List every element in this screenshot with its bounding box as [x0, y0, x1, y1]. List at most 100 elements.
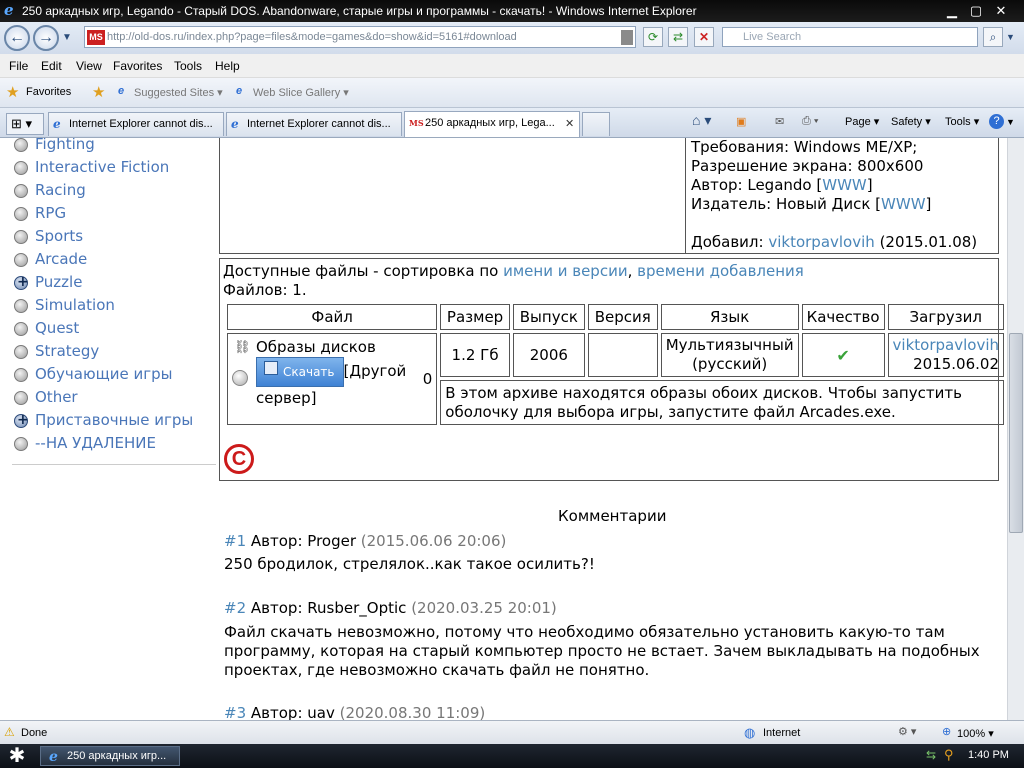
bullet-icon	[14, 368, 28, 382]
menu-file[interactable]: File	[9, 59, 28, 73]
tab-close-icon[interactable]: ✕	[565, 117, 574, 130]
history-dropdown-icon[interactable]: ▼	[62, 32, 72, 43]
bullet-icon	[14, 437, 28, 451]
page-content: Fighting Interactive Fiction Racing RPG Spor…	[0, 138, 1007, 720]
tools-menu[interactable]: Tools ▾	[945, 115, 979, 128]
menu-edit[interactable]: Edit	[41, 59, 62, 73]
menu-tools[interactable]: Tools	[174, 59, 202, 73]
compat-view-icon[interactable]	[621, 30, 633, 45]
download-line: Скачать [Другой сервер]	[234, 357, 424, 409]
tab-1[interactable]: e Internet Explorer cannot dis...	[48, 112, 224, 136]
sort-by-time-link[interactable]: времени добавления	[637, 262, 804, 280]
comments-heading: Комментарии	[558, 507, 667, 525]
read-mail-icon[interactable]: ✉	[775, 115, 784, 128]
col-uploader: Загрузил	[887, 304, 1004, 330]
web-slice-gallery-link[interactable]: Web Slice Gallery ▾	[253, 86, 349, 99]
feeds-icon[interactable]: ▣	[736, 115, 746, 128]
tab-1-label: Internet Explorer cannot dis...	[69, 118, 213, 130]
file-cell: ⛓ Образы дисков Скачать [Другой сервер] 0	[227, 333, 438, 425]
suggested-sites-icon: e	[118, 85, 125, 97]
search-tray-icon[interactable]: ⚲	[944, 747, 954, 763]
help-dropdown-icon[interactable]: ▼	[1006, 117, 1015, 127]
search-options-icon[interactable]: ▼	[1006, 32, 1015, 42]
resolution-text: Разрешение экрана: 800x600	[691, 157, 924, 175]
vertical-scrollbar[interactable]	[1007, 138, 1024, 720]
sidebar-genre-label: Arcade	[35, 250, 88, 268]
print-icon[interactable]: ⎙ ▾	[802, 115, 818, 128]
tab-2[interactable]: e Internet Explorer cannot dis...	[226, 112, 402, 136]
address-url[interactable]: http://old-dos.ru/index.php?page=files&m…	[107, 31, 517, 43]
author-www-link[interactable]: WWW	[822, 176, 867, 194]
comment-author-label: Автор:	[250, 532, 308, 550]
publisher-line: Издатель: Новый Диск [WWW]	[691, 195, 931, 213]
copyright-icon[interactable]: C	[224, 444, 254, 474]
comment-2-text: Файл скачать невозможно, потому что необ…	[224, 623, 980, 679]
refresh-button[interactable]: ⇄	[668, 27, 688, 47]
comment-number[interactable]: #2	[224, 599, 246, 617]
new-tab-button[interactable]	[582, 112, 610, 136]
tab-3-active[interactable]: MS 250 аркадных игр, Lega... ✕	[404, 111, 580, 137]
comment-author: Proger	[307, 532, 356, 550]
maximize-button[interactable]: ▢	[967, 3, 985, 19]
menu-bar: File Edit View Favorites Tools Help	[0, 54, 1024, 78]
scrollbar-thumb[interactable]	[1009, 333, 1023, 533]
bullet-icon	[14, 161, 28, 175]
taskbar: ✱ e 250 аркадных игр... ⇆ ⚲ 1:40 PM	[0, 744, 1024, 768]
suggested-sites-link[interactable]: Suggested Sites ▾	[134, 86, 223, 99]
lang-cell: Мультиязычный (русский)	[660, 333, 799, 377]
address-bar[interactable]: MS http://old-dos.ru/index.php?page=file…	[84, 26, 636, 48]
home-icon[interactable]: ⌂ ▾	[692, 112, 711, 129]
help-icon[interactable]: ?	[989, 114, 1004, 129]
author-line: Автор: Legando [WWW]	[691, 176, 873, 194]
sort-prefix: Доступные файлы - сортировка по	[223, 262, 504, 280]
protected-mode-icon[interactable]: ⚙ ▾	[898, 725, 916, 738]
favorites-star-icon: ★	[6, 84, 20, 101]
comment-date: (2020.03.25 20:01)	[411, 599, 557, 617]
internet-zone-icon: ◍	[744, 725, 756, 740]
download-button[interactable]: Скачать	[256, 357, 344, 387]
page-menu[interactable]: Page ▾	[845, 115, 879, 128]
bullet-icon	[14, 299, 28, 313]
comment-number[interactable]: #3	[224, 704, 246, 720]
sidebar-genre-label: --НА УДАЛЕНИЕ	[35, 434, 156, 452]
add-favorites-icon[interactable]: ★	[92, 83, 105, 101]
ie-taskbar-icon: e	[49, 749, 58, 765]
favorites-button[interactable]: Favorites	[26, 86, 71, 98]
back-button[interactable]: ←	[4, 25, 30, 51]
refresh-compat-button[interactable]: ⟳	[643, 27, 663, 47]
zoom-level[interactable]: 100% ▾	[957, 727, 994, 740]
sidebar-genre-label: Puzzle	[35, 273, 83, 291]
network-tray-icon[interactable]: ⇆	[926, 748, 936, 762]
minimize-button[interactable]: ▁	[943, 3, 961, 19]
menu-favorites[interactable]: Favorites	[113, 59, 162, 73]
taskbar-item-ie[interactable]: e 250 аркадных игр...	[40, 746, 180, 766]
comment-number[interactable]: #1	[224, 532, 246, 550]
forward-button[interactable]: →	[33, 25, 59, 51]
sort-by-name-link[interactable]: имени и версии	[503, 262, 627, 280]
publisher-www-link[interactable]: WWW	[881, 195, 926, 213]
search-input[interactable]: Live Search	[722, 27, 978, 47]
col-size: Размер	[440, 304, 510, 330]
clock[interactable]: 1:40 PM	[968, 749, 1009, 761]
comment-author-label: Автор:	[250, 599, 308, 617]
added-user-link[interactable]: viktorpavlovih	[768, 233, 874, 251]
search-icon[interactable]: ⌕	[983, 27, 1003, 47]
size-cell: 1.2 Гб	[440, 333, 510, 377]
quick-tabs-button[interactable]: ⊞ ▾	[6, 113, 44, 135]
uploader-cell: viktorpavlovih 2015.06.02	[887, 333, 1004, 377]
publisher-label: Издатель: Новый Диск [	[691, 195, 882, 213]
author-bracket: ]	[866, 176, 873, 194]
uploader-link[interactable]: viktorpavlovih	[893, 336, 999, 354]
stop-button[interactable]: ✕	[694, 27, 714, 47]
done-icon: ⚠	[4, 725, 15, 739]
menu-help[interactable]: Help	[215, 59, 240, 73]
added-line: Добавил: viktorpavlovih (2015.01.08)	[691, 233, 977, 251]
comment-1-header: #1 Автор: Proger (2015.06.06 20:06)	[224, 532, 506, 550]
safety-menu[interactable]: Safety ▾	[891, 115, 931, 128]
sidebar-divider	[12, 464, 216, 465]
menu-view[interactable]: View	[76, 59, 102, 73]
bullet-icon	[14, 138, 28, 152]
close-button[interactable]: ✕	[992, 3, 1010, 19]
start-button[interactable]: ✱	[6, 745, 28, 767]
col-year: Выпуск	[512, 304, 585, 330]
